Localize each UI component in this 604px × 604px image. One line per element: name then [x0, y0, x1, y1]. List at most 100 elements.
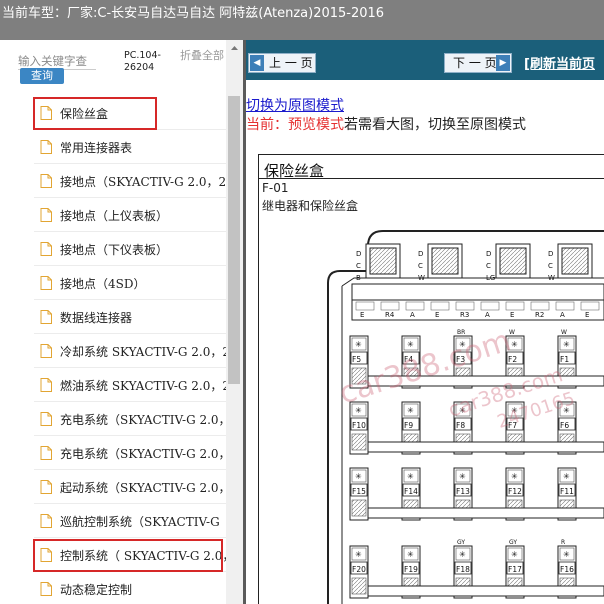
- tree-item-label: 起动系统（SKYACTIV-G 2.0，: [60, 481, 226, 495]
- fuse-star-icon: ✳: [511, 340, 518, 349]
- fuse-terminal: [351, 367, 367, 385]
- terminal-label: E: [585, 311, 589, 319]
- relay-pin-label: C: [356, 262, 361, 270]
- query-button[interactable]: 查询: [20, 68, 64, 84]
- tree-item[interactable]: 接地点（4SD）: [20, 266, 226, 300]
- arrow-left-icon: ◀: [250, 55, 264, 71]
- fuse-label: F20: [352, 565, 366, 574]
- fuse-star-icon: ✳: [355, 340, 362, 349]
- tree-item[interactable]: 接地点（SKYACTIV-G 2.0，2: [20, 164, 226, 198]
- terminal-label: R4: [385, 311, 395, 319]
- tree-item-label: 动态稳定控制: [60, 583, 133, 597]
- fuse-star-icon: ✳: [355, 472, 362, 481]
- fuse-star-icon: ✳: [511, 406, 518, 415]
- sidebar-scrollbar[interactable]: [226, 40, 243, 604]
- search-row: 查询 PC.104-26204 折叠全部: [0, 40, 244, 96]
- terminal-pin: [530, 301, 550, 311]
- fuse-label: F9: [404, 421, 413, 430]
- fuse-label: F17: [508, 565, 522, 574]
- terminal-pin: [405, 301, 425, 311]
- fuse-star-icon: ✳: [407, 472, 414, 481]
- tree-item[interactable]: 接地点（下仪表板）: [20, 232, 226, 266]
- next-page-button[interactable]: 下 一 页 ▶: [444, 53, 512, 73]
- fuse-wire-label: BR: [457, 329, 465, 336]
- fuse-label: F2: [508, 355, 517, 364]
- fuse-label: F14: [404, 487, 418, 496]
- fuse-star-icon: ✳: [355, 550, 362, 559]
- tree-item[interactable]: 动态稳定控制: [20, 572, 226, 604]
- bus-bar: [367, 507, 604, 519]
- tree-item[interactable]: 充电系统（SKYACTIV-G 2.0，: [20, 402, 226, 436]
- prev-page-button[interactable]: ◀ 上 一 页: [248, 53, 316, 73]
- mode-name: 预览模式: [288, 117, 344, 133]
- fuse-label: F6: [560, 421, 569, 430]
- fuse-label: F1: [560, 355, 569, 364]
- tree-item[interactable]: 冷却系统 SKYACTIV-G 2.0，2: [20, 334, 226, 368]
- relay-pin-label: W: [548, 274, 555, 282]
- switch-original-mode-link[interactable]: 切换为原图模式: [246, 95, 344, 115]
- figure-code: F-01: [262, 181, 289, 195]
- tree-item[interactable]: 巡航控制系统（SKYACTIV-G: [20, 504, 226, 538]
- terminal-label: R2: [535, 311, 544, 319]
- document-icon: [40, 514, 52, 528]
- fuse-label: F5: [352, 355, 361, 364]
- terminal-label: E: [435, 311, 439, 319]
- relay-pin-label: B: [356, 274, 361, 282]
- fuse-star-icon: ✳: [563, 340, 570, 349]
- collapse-all-button[interactable]: 折叠全部: [180, 50, 224, 62]
- terminal-label: A: [485, 311, 490, 319]
- relay-pin-label: C: [548, 262, 553, 270]
- fuse-label: F11: [560, 487, 574, 496]
- fuse-star-icon: ✳: [459, 550, 466, 559]
- fuse-star-icon: ✳: [459, 472, 466, 481]
- highlight-box: [33, 97, 157, 130]
- tree-item[interactable]: 接地点（上仪表板）: [20, 198, 226, 232]
- figure-subtitle: 继电器和保险丝盒: [262, 199, 359, 213]
- fuse-label: F18: [456, 565, 470, 574]
- figure-header: F-01 继电器和保险丝盒: [258, 178, 604, 216]
- fuse-terminal: [351, 499, 367, 517]
- page-navbar: ◀ 上 一 页 下 一 页 ▶ [刷新当前页: [246, 40, 604, 80]
- document-icon: [40, 208, 52, 222]
- document-icon: [40, 242, 52, 256]
- mode-prefix: 当前：: [246, 117, 288, 133]
- document-icon: [40, 310, 52, 324]
- fuse-wire-label: GY: [509, 539, 517, 546]
- fuse-wire-label: GY: [457, 539, 465, 546]
- tree-item-label: 充电系统（SKYACTIV-G 2.0，: [60, 447, 226, 461]
- doc-code-label: PC.104-26204: [124, 50, 161, 73]
- fuse-terminal: [351, 577, 367, 595]
- document-icon: [40, 140, 52, 154]
- terminal-pin: [380, 301, 400, 311]
- tree-item[interactable]: 起动系统（SKYACTIV-G 2.0，: [20, 470, 226, 504]
- terminal-pin: [580, 301, 600, 311]
- relay-pin-label: C: [418, 262, 423, 270]
- tree-item[interactable]: 燃油系统 SKYACTIV-G 2.0，2: [20, 368, 226, 402]
- document-icon: [40, 446, 52, 460]
- tree-item[interactable]: 数据线连接器: [20, 300, 226, 334]
- tree-item-label: 接地点（SKYACTIV-G 2.0，2: [60, 175, 226, 189]
- mode-status: 当前：预览模式若需看大图，切换至原图模式: [246, 114, 526, 134]
- relay-body: [499, 247, 527, 275]
- relay-body: [431, 247, 459, 275]
- tree-item-label: 数据线连接器: [60, 311, 133, 325]
- relay-pin-label: D: [356, 250, 361, 258]
- fuse-star-icon: ✳: [407, 550, 414, 559]
- tree-item-label: 接地点（4SD）: [60, 277, 146, 291]
- fuse-label: F8: [456, 421, 465, 430]
- bus-bar: [367, 585, 604, 597]
- refresh-page-link[interactable]: [刷新当前页: [524, 53, 595, 72]
- document-icon: [40, 276, 52, 290]
- tree-item[interactable]: 常用连接器表: [20, 130, 226, 164]
- bus-bar: [367, 375, 604, 387]
- scroll-thumb[interactable]: [228, 96, 240, 384]
- document-icon: [40, 480, 52, 494]
- fuse-star-icon: ✳: [459, 406, 466, 415]
- highlight-box: [33, 539, 223, 572]
- relay-pin-label: D: [548, 250, 553, 258]
- relay-pin-label: C: [486, 262, 491, 270]
- terminal-pin: [430, 301, 450, 311]
- prev-page-label: 上 一 页: [269, 56, 313, 70]
- tree-item[interactable]: 充电系统（SKYACTIV-G 2.0，: [20, 436, 226, 470]
- scroll-up-icon[interactable]: [226, 40, 243, 56]
